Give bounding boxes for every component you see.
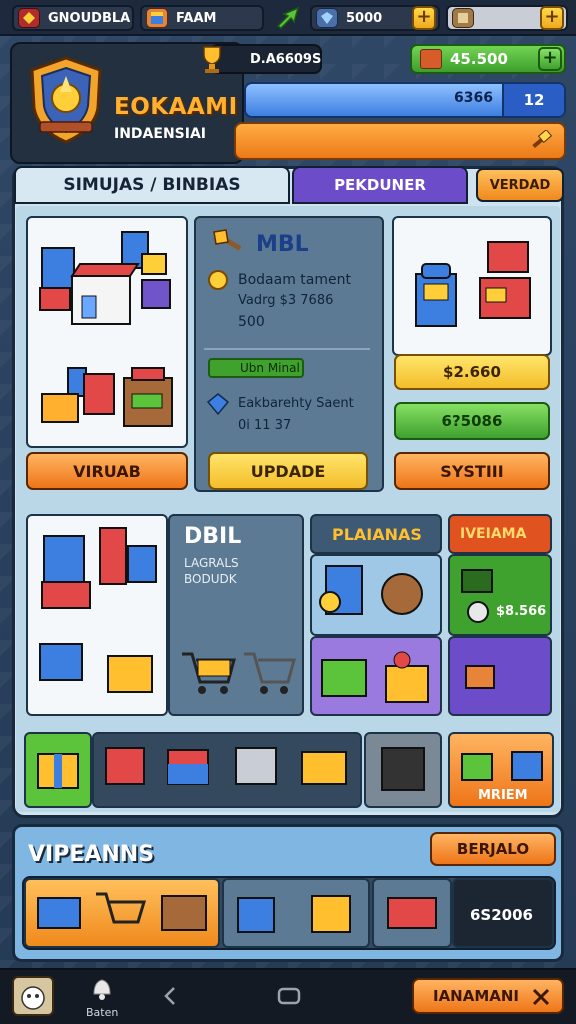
bottom-carts-illustration: [37, 892, 207, 931]
iveiama-header: IVEIAMA: [448, 514, 552, 554]
strip-action-card[interactable]: MRIEM: [448, 732, 554, 808]
energy-bar: [234, 122, 566, 160]
arrow-icon[interactable]: [274, 6, 302, 30]
company-subtitle: INDAENSIAI: [114, 126, 206, 142]
bell-icon[interactable]: [88, 974, 116, 1002]
trash-bin-icon: [381, 747, 425, 791]
xp-value: 6366: [454, 90, 493, 106]
info-line-3: 500: [238, 314, 265, 330]
add-currency-button[interactable]: +: [412, 6, 436, 30]
cart-icon: [387, 897, 437, 929]
tools-icon: [532, 988, 550, 1006]
shopping-cart-icon: [182, 652, 296, 694]
strip-item-gray[interactable]: [364, 732, 442, 808]
scroll-icon: [452, 8, 474, 28]
action-button[interactable]: IANAMANI: [412, 978, 564, 1014]
iveiama-item[interactable]: $8.566: [448, 554, 552, 636]
bell-label: Baten: [86, 1006, 119, 1019]
strip-item-1[interactable]: [24, 732, 92, 808]
bottom-carts-card[interactable]: [24, 878, 220, 948]
gem-blue-icon: [206, 392, 230, 416]
crates-icon: [461, 751, 543, 781]
level-value: D.A6609S: [250, 51, 322, 67]
dbil-title: DBIL: [184, 524, 242, 549]
store-buildings-illustration: [39, 231, 173, 427]
viruab-button[interactable]: VIRUAB: [26, 452, 188, 490]
gem-icon: [316, 8, 338, 28]
berjalo-button[interactable]: BERJALO: [430, 832, 556, 866]
iveiama-item-bottom[interactable]: [448, 636, 552, 716]
info-line-2: Vadrg $3 7686: [238, 293, 334, 308]
tab-simulation[interactable]: SIMUJAS / BINBIAS: [14, 166, 290, 204]
shop-pill[interactable]: FAAM: [140, 5, 264, 31]
action-button-label: IANAMANI: [432, 987, 520, 1005]
tab-producer[interactable]: PEKDUNER: [292, 166, 468, 204]
add-storage-button[interactable]: +: [540, 6, 564, 30]
dbil-line-1: LAGRALS: [184, 556, 239, 570]
cat-icon: [21, 986, 45, 1010]
equipment-illustration: [39, 527, 157, 693]
shelf-icon: [319, 565, 423, 615]
tab-verdad[interactable]: VERDAD: [476, 168, 564, 202]
cat-avatar-button[interactable]: [12, 976, 54, 1016]
bottom-items-card[interactable]: [222, 878, 370, 948]
system-button[interactable]: SYSTIII: [394, 452, 550, 490]
bottom-value-card: 6S2006: [452, 878, 554, 948]
company-emblem-icon: [28, 56, 104, 144]
player-name-pill[interactable]: GNOUDBLA: [12, 5, 134, 31]
iveiama-price: $8.566: [496, 604, 547, 619]
home-icon[interactable]: [276, 986, 302, 1006]
company-title: EOKAAMI: [114, 94, 238, 120]
dbil-line-2: BODUDK: [184, 572, 237, 586]
cash-icon: [420, 49, 442, 69]
trophy-icon: [198, 44, 226, 74]
machines-illustration: [415, 241, 531, 327]
carts-illustration: [105, 747, 347, 785]
info-line-1: Bodaam tament: [238, 272, 351, 288]
package-icon: [465, 665, 495, 689]
level-pill: D.A6609S: [210, 44, 322, 74]
xp-bar: 6366 12: [244, 82, 566, 118]
info-title: MBL: [256, 232, 309, 257]
equipment-card[interactable]: [26, 514, 168, 716]
plaianas-item-bottom[interactable]: [310, 636, 442, 716]
machines-card[interactable]: [392, 216, 552, 356]
store-buildings-card[interactable]: [26, 216, 188, 448]
strip-carts[interactable]: [92, 732, 362, 808]
money-value: 45.500: [450, 50, 508, 68]
player-name: GNOUDBLA: [48, 10, 131, 26]
bottom-cart-card[interactable]: [372, 878, 452, 948]
iveiama-title: IVEIAMA: [460, 526, 527, 542]
info-line-4: Eakbarehty Saent: [238, 396, 354, 411]
bottom-value: 6S2006: [470, 906, 533, 924]
shop-label: FAAM: [176, 10, 217, 26]
dbil-card[interactable]: DBIL LAGRALS BODUDK: [168, 514, 304, 716]
price-yellow-button[interactable]: $2.660: [394, 354, 550, 390]
update-button[interactable]: UPDADE: [208, 452, 368, 490]
plaianas-item-top[interactable]: [310, 554, 442, 636]
info-divider: [204, 348, 370, 350]
shop-box-icon: [146, 8, 168, 28]
add-money-button[interactable]: +: [538, 47, 562, 71]
gift-box-icon: [37, 753, 79, 789]
basket-icon: [321, 651, 429, 703]
hammer-icon[interactable]: [530, 130, 552, 152]
xp-level: 12: [502, 84, 564, 116]
axe-icon: [208, 228, 244, 258]
status-tag: Ubn Minal: [208, 358, 304, 378]
coin-icon: [206, 268, 230, 292]
player-avatar-icon: [18, 8, 40, 28]
bottom-items-illustration: [237, 895, 351, 933]
back-icon[interactable]: [160, 984, 180, 1008]
plaianas-title: PLAIANAS: [332, 525, 422, 544]
bottom-title: VIPEANNS: [28, 842, 155, 867]
status-tag-label: Ubn Minal: [240, 361, 300, 375]
box-icon: [461, 569, 493, 623]
currency-value: 5000: [346, 10, 383, 26]
strip-action-label: MRIEM: [478, 788, 528, 803]
price-green-button[interactable]: 6?5086: [394, 402, 550, 440]
info-line-5: 0i 11 37: [238, 418, 292, 433]
plaianas-header: PLAIANAS: [310, 514, 442, 554]
